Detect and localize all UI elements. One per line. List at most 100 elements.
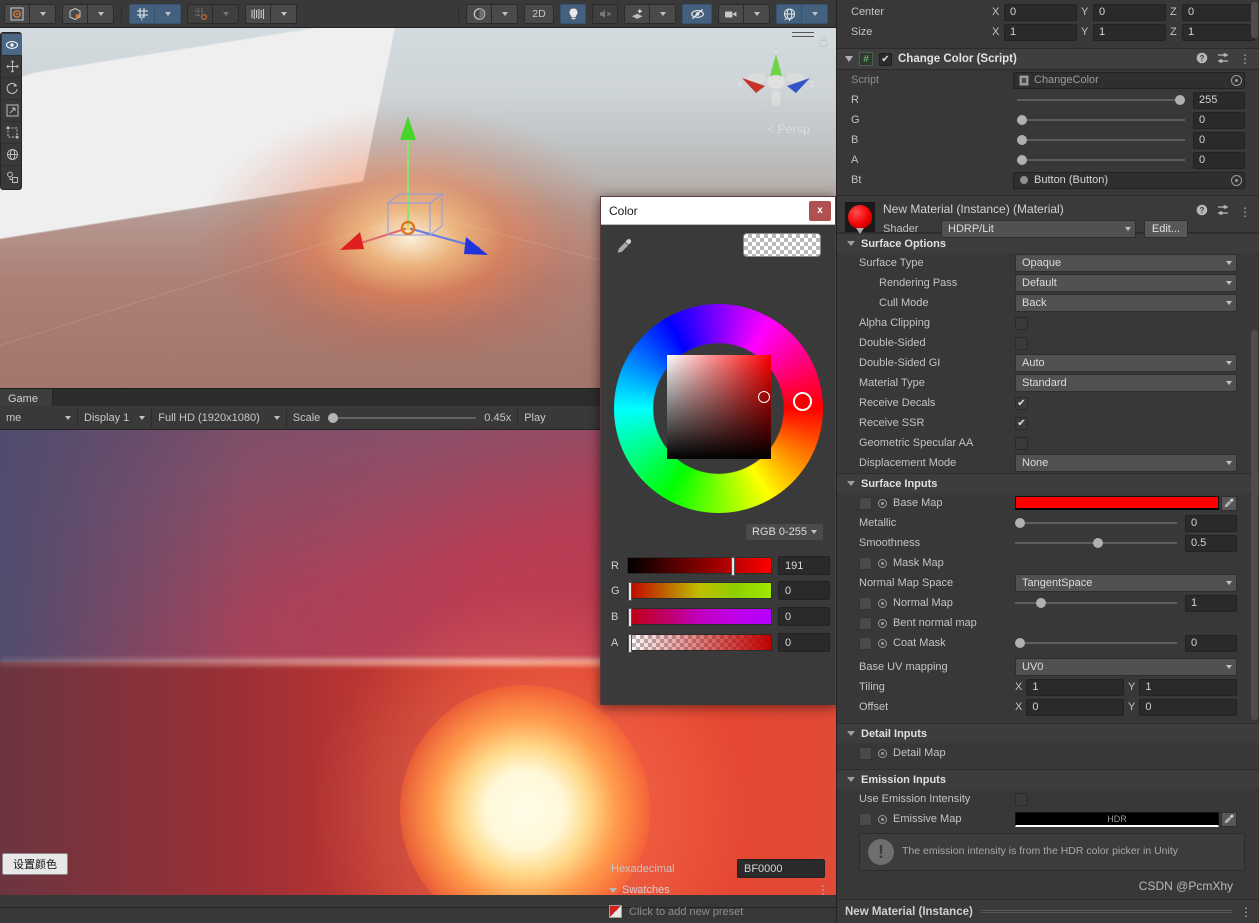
emissive-map-radio-icon[interactable] (878, 814, 887, 824)
channel-value-r[interactable]: 191 (778, 556, 830, 575)
gizmos-toggle-dropdown[interactable] (802, 3, 828, 24)
base-map-eyedropper-icon[interactable] (1221, 495, 1237, 511)
alpha-clipping-checkbox[interactable] (1015, 316, 1028, 330)
toggle-2d-button[interactable]: 2D (524, 3, 554, 24)
chevron-down-icon[interactable] (847, 481, 855, 486)
script-enabled-checkbox[interactable]: ✔ (879, 52, 892, 66)
chevron-down-icon[interactable] (847, 241, 855, 246)
tiling-x[interactable]: 1 (1026, 678, 1124, 696)
offset-x[interactable]: 0 (1026, 698, 1124, 716)
collider-center-y[interactable]: 0 (1093, 3, 1166, 21)
scene-overlay-drag-handle[interactable] (792, 32, 814, 37)
metallic-slider[interactable] (1015, 518, 1177, 528)
emissive-map-texture-slot[interactable] (859, 812, 872, 826)
script-slider-track-g[interactable] (1017, 115, 1185, 125)
offset-y[interactable]: 0 (1139, 698, 1237, 716)
channel-knob-r[interactable] (730, 557, 735, 576)
chevron-down-icon[interactable] (856, 228, 864, 234)
emissive-map-hdr-field[interactable]: HDR (1015, 811, 1219, 827)
channel-value-g[interactable]: 0 (778, 581, 830, 600)
grid-visibility-button[interactable] (187, 3, 213, 24)
geometric-specular-aa-checkbox[interactable] (1015, 436, 1028, 450)
script-button-ref-field[interactable]: Button (Button) (1013, 171, 1245, 189)
shader-dropdown[interactable]: HDRP/Lit (941, 220, 1136, 238)
object-picker-icon[interactable] (1231, 174, 1242, 186)
scene-camera-button[interactable] (718, 3, 744, 24)
script-slider-track-b[interactable] (1017, 135, 1185, 145)
game-scale-slider[interactable] (328, 412, 477, 423)
rect-tool-button[interactable] (2, 122, 22, 144)
surface-type-dropdown[interactable]: Opaque (1015, 254, 1237, 272)
scene-projection-label[interactable]: < Persp (767, 122, 810, 136)
ruler-dropdown[interactable] (271, 3, 297, 24)
hue-selector-knob[interactable] (793, 392, 812, 411)
game-view-mode-dropdown[interactable]: me (0, 408, 78, 427)
inspector-scrollbar[interactable] (1251, 330, 1258, 720)
channel-slider-r[interactable] (627, 557, 772, 576)
chevron-down-icon[interactable] (609, 887, 617, 893)
base-uv-mapping-dropdown[interactable]: UV0 (1015, 658, 1237, 676)
script-object-field[interactable]: ChangeColor (1013, 71, 1245, 89)
transform-tool-button[interactable] (2, 144, 22, 166)
base-map-texture-slot[interactable] (859, 496, 872, 510)
scene-shading-mode-dropdown[interactable] (492, 3, 518, 24)
grid-visibility-dropdown[interactable] (213, 3, 239, 24)
scene-shading-mode-button[interactable] (466, 3, 492, 24)
scene-camera-dropdown[interactable] (744, 3, 770, 24)
receive-ssr-checkbox[interactable]: ✔ (1015, 416, 1028, 430)
color-mode-dropdown[interactable]: RGB 0-255 (745, 524, 823, 540)
menu-icon[interactable]: ⋮ (1239, 53, 1251, 65)
preset-icon[interactable] (1217, 52, 1230, 67)
game-display-dropdown[interactable]: Display 1 (78, 408, 153, 427)
collider-size-y[interactable]: 1 (1093, 23, 1166, 41)
close-icon[interactable]: x (809, 200, 831, 221)
menu-icon[interactable]: ⋮ (1239, 206, 1251, 218)
channel-knob-b[interactable] (628, 608, 632, 627)
game-scale-knob[interactable] (328, 412, 339, 423)
normal-map-slider[interactable] (1015, 598, 1177, 608)
object-picker-icon[interactable] (1231, 74, 1242, 86)
saturation-value-square[interactable] (667, 355, 771, 459)
grid-snapping-button[interactable]: Y (129, 3, 155, 24)
tool-handle-position-dropdown[interactable] (30, 3, 56, 24)
game-scale-control[interactable]: Scale 0.45x (287, 408, 519, 427)
ruler-button[interactable] (245, 3, 271, 24)
game-resolution-dropdown[interactable]: Full HD (1920x1080) (152, 408, 287, 427)
script-slider-knob-a[interactable] (1017, 155, 1027, 165)
base-map-color-field[interactable] (1015, 496, 1219, 510)
tiling-y[interactable]: 1 (1139, 678, 1237, 696)
view-tool-button[interactable] (2, 34, 22, 56)
use-emission-intensity-checkbox[interactable] (1015, 792, 1028, 806)
mask-map-texture-slot[interactable] (859, 556, 872, 570)
channel-knob-a[interactable] (628, 634, 632, 653)
section-detail-inputs[interactable]: Detail Inputs (837, 723, 1259, 743)
tool-handle-position-button[interactable] (4, 3, 30, 24)
collider-center-z[interactable]: 0 (1182, 3, 1255, 21)
chevron-down-icon[interactable] (845, 56, 853, 62)
color-picker-window[interactable]: Color x RGB 0-255 R 191 G 0 B 0 A 0 Hexa… (600, 196, 836, 918)
emissive-map-eyedropper-icon[interactable] (1221, 811, 1237, 827)
script-slider-value-b[interactable]: 0 (1193, 131, 1245, 149)
double-sided-checkbox[interactable] (1015, 336, 1028, 350)
tool-handle-rotation-button[interactable] (62, 3, 88, 24)
scene-lighting-button[interactable] (560, 3, 586, 24)
script-slider-value-a[interactable]: 0 (1193, 151, 1245, 169)
double-sided-gi-dropdown[interactable]: Auto (1015, 354, 1237, 372)
sv-selector-knob[interactable] (758, 391, 770, 403)
coat-mask-value[interactable]: 0 (1185, 634, 1237, 652)
swatches-menu-icon[interactable]: ⋮ (817, 884, 829, 896)
displacement-mode-dropdown[interactable]: None (1015, 454, 1237, 472)
channel-value-a[interactable]: 0 (778, 633, 830, 652)
script-slider-knob-g[interactable] (1017, 115, 1027, 125)
script-slider-value-g[interactable]: 0 (1193, 111, 1245, 129)
channel-slider-b[interactable] (627, 608, 772, 627)
help-icon[interactable]: ? (1196, 204, 1208, 219)
script-slider-track-r[interactable] (1017, 95, 1185, 105)
scene-fx-dropdown[interactable] (650, 3, 676, 24)
script-slider-value-r[interactable]: 255 (1193, 91, 1245, 109)
coat-mask-texture-slot[interactable] (859, 636, 872, 650)
collider-center-x[interactable]: 0 (1004, 3, 1077, 21)
swatch-add-row[interactable]: Click to add new preset (609, 905, 743, 918)
move-gizmo[interactable] (340, 108, 500, 258)
grid-snapping-dropdown[interactable] (155, 3, 181, 24)
